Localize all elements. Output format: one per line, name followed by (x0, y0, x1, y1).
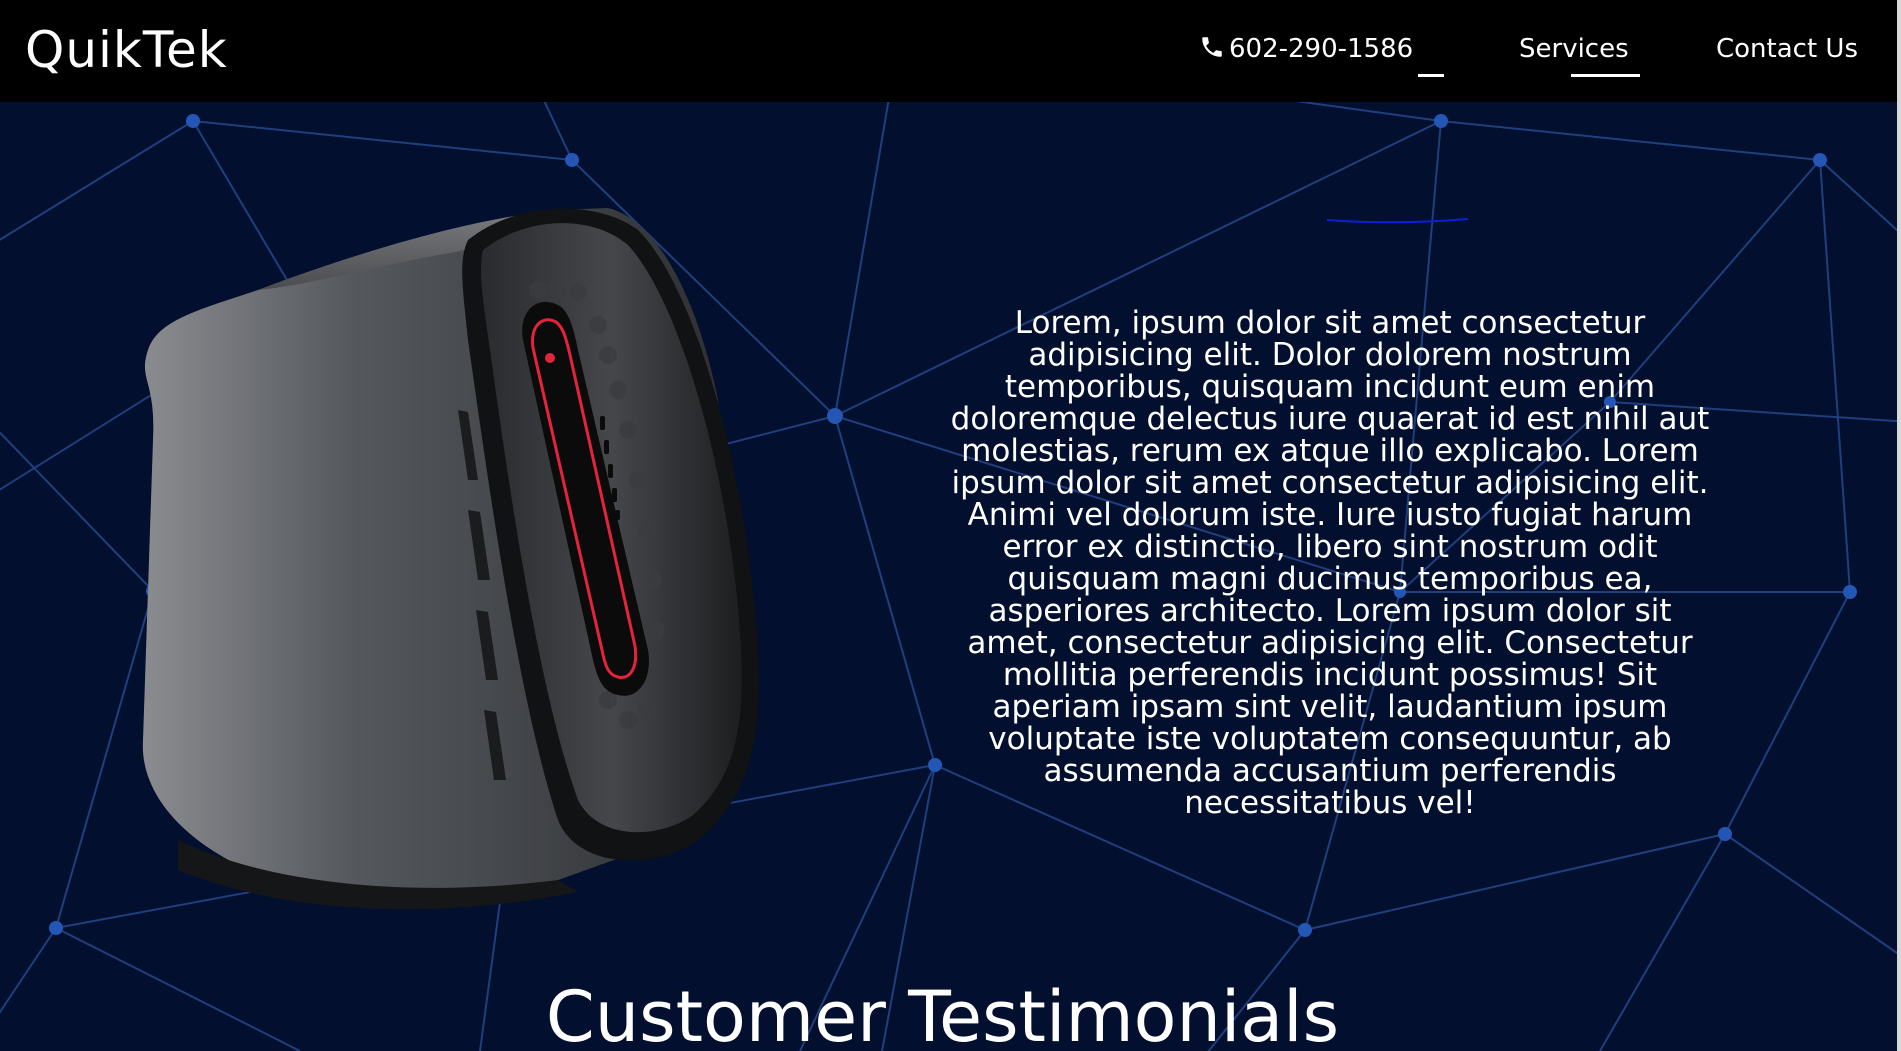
phone-icon (1202, 37, 1222, 57)
phone-link[interactable]: 602-290-1586 (1199, 30, 1413, 68)
page-scrollbar[interactable] (1897, 0, 1901, 1051)
services-active-underline (1571, 74, 1640, 77)
page: Lorem, ipsum dolor sit amet consectetur … (0, 0, 1901, 1051)
desktop-tower-image (142, 208, 759, 910)
phone-number: 602-290-1586 (1229, 34, 1414, 64)
brand-logo[interactable]: QuikTek (25, 18, 228, 82)
navbar: QuikTek 602-290-1586 Services Contact Us (0, 0, 1897, 102)
phone-underline (1418, 74, 1444, 77)
hero-section: Lorem, ipsum dolor sit amet consectetur … (0, 102, 1897, 1051)
testimonials-title: Customer Testimonials (545, 976, 1340, 1051)
nav-link-contact-us[interactable]: Contact Us (1716, 30, 1858, 68)
accent-stroke (1326, 218, 1469, 224)
hero-paragraph: Lorem, ipsum dolor sit amet consectetur … (950, 305, 1710, 821)
nav-link-services[interactable]: Services (1519, 30, 1629, 68)
